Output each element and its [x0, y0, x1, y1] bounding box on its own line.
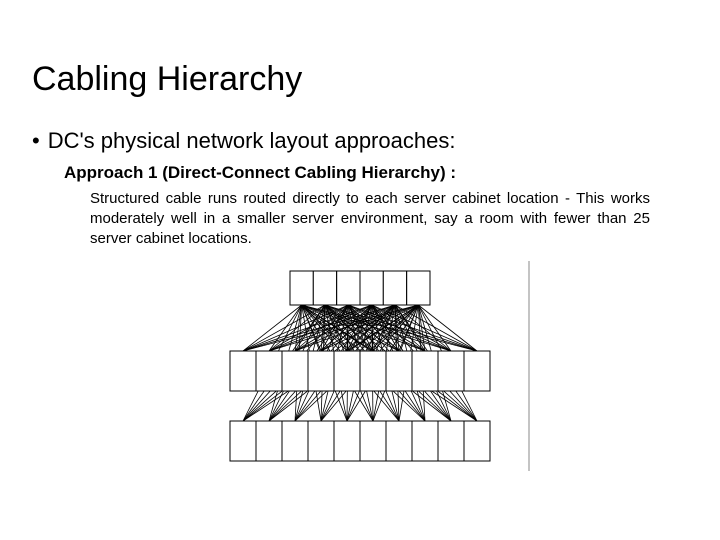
- bullet-row: • DC's physical network layout approache…: [32, 127, 690, 155]
- bullet-icon: •: [32, 127, 40, 155]
- bullet-text: DC's physical network layout approaches:: [48, 127, 456, 155]
- approach-body: Structured cable runs routed directly to…: [90, 189, 650, 249]
- slide: Cabling Hierarchy • DC's physical networ…: [0, 0, 720, 540]
- page-title: Cabling Hierarchy: [32, 60, 690, 99]
- approach-heading: Approach 1 (Direct-Connect Cabling Hiera…: [64, 163, 690, 183]
- diagram: [190, 261, 530, 471]
- cabling-diagram-svg: [190, 261, 530, 471]
